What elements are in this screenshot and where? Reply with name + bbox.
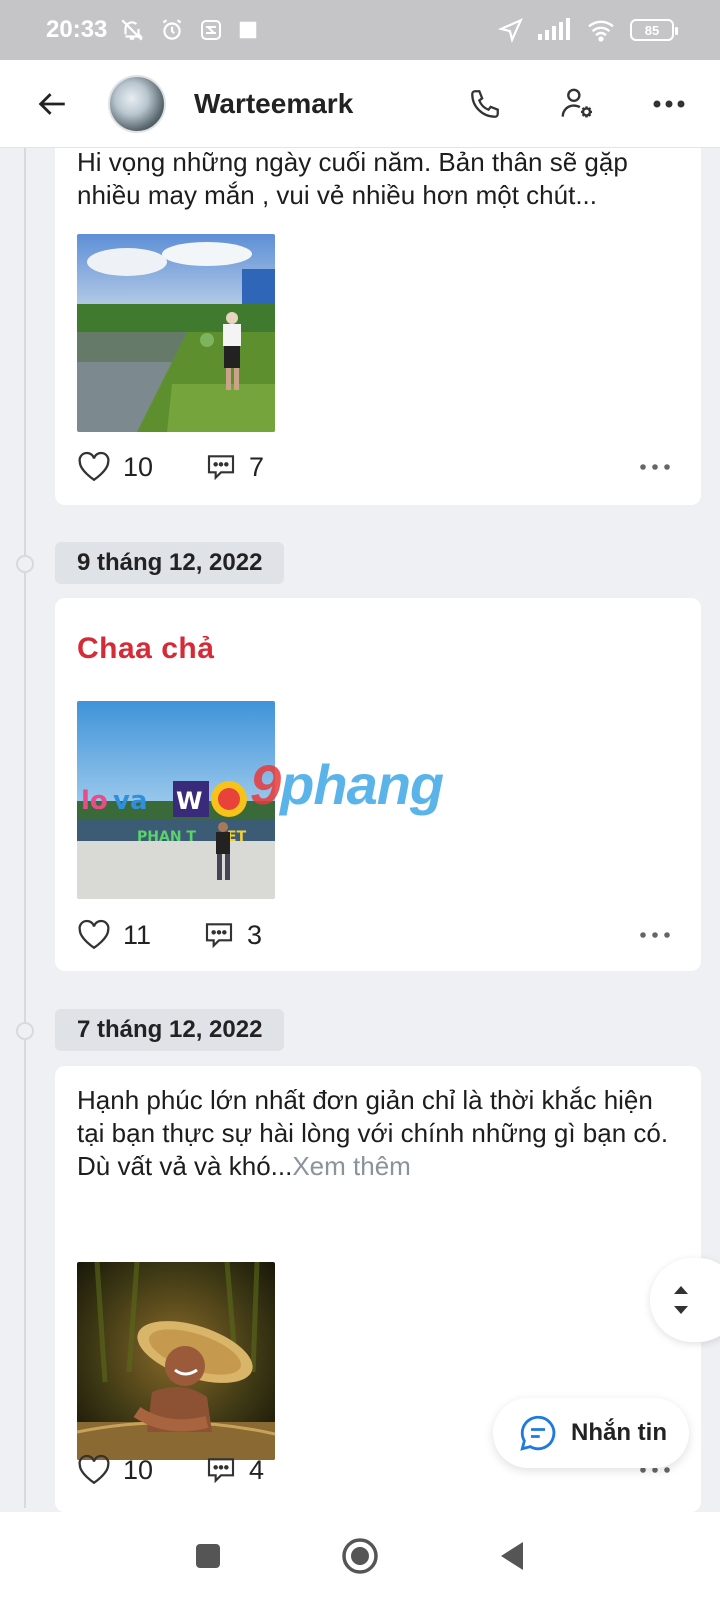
profile-settings-button[interactable]: [554, 81, 600, 127]
comment-count: 4: [249, 1454, 265, 1485]
comment-button[interactable]: 4: [205, 1454, 264, 1486]
post-text-line: Dù vất vả và khó...: [77, 1151, 293, 1181]
post-actions: 10 7: [77, 447, 675, 487]
header-actions: [462, 81, 692, 127]
scroll-up-down-icon: [674, 1286, 688, 1314]
location-icon: [498, 18, 523, 43]
comment-icon: [207, 455, 235, 481]
watermark-rest: phang: [280, 753, 444, 816]
signal-icon: [538, 18, 570, 40]
phone-icon: [471, 89, 499, 118]
svg-text:va: va: [113, 786, 148, 816]
like-count: 11: [123, 919, 152, 950]
status-time: 20:33: [46, 16, 108, 43]
comment-count: 7: [249, 451, 265, 482]
post-text-line: Hạnh phúc lớn nhất đơn giản chỉ là thời …: [77, 1085, 669, 1148]
post-actions: 11 3: [77, 915, 675, 955]
comment-icon: [205, 923, 233, 949]
post-image[interactable]: lo va W PHAN T ET: [77, 701, 275, 899]
battery-level: 85: [644, 22, 660, 38]
message-button-label: Nhắn tin: [571, 1419, 667, 1446]
watermark-logo: 9phang: [250, 752, 444, 817]
post-title: Chaa chả: [77, 632, 215, 665]
recent-apps-button[interactable]: [186, 1534, 230, 1578]
notifications-off-icon: [121, 19, 144, 41]
call-button[interactable]: [462, 81, 508, 127]
date-chip: 9 tháng 12, 2022: [55, 542, 285, 584]
chat-bubble-icon: [520, 1415, 556, 1451]
more-horizontal-icon: [640, 464, 670, 470]
message-button[interactable]: Nhắn tin: [493, 1398, 689, 1468]
comment-count: 3: [247, 919, 263, 950]
back-nav-button[interactable]: [490, 1534, 534, 1578]
more-horizontal-icon: [640, 932, 670, 938]
screen: 20:33 85 Warteemark Hi vọng những ngày c…: [0, 0, 720, 1600]
system-nav-bar: [0, 1512, 720, 1600]
square-icon: [196, 1544, 220, 1568]
status-bar: 20:33 85: [0, 0, 720, 60]
heart-icon: [78, 451, 110, 482]
back-button[interactable]: [28, 80, 76, 128]
heart-icon: [78, 1454, 110, 1485]
svg-text:lo: lo: [81, 786, 108, 816]
comment-button[interactable]: 7: [205, 451, 264, 483]
wifi-icon: [588, 20, 614, 42]
post-image[interactable]: [77, 234, 275, 432]
alarm-icon: [163, 19, 182, 40]
user-settings-icon: [561, 88, 593, 117]
post-more-button[interactable]: [635, 925, 675, 945]
like-button[interactable]: 11: [77, 919, 151, 951]
more-options-button[interactable]: [646, 81, 692, 127]
status-icons-right: 85: [498, 17, 678, 43]
home-button[interactable]: [338, 1534, 382, 1578]
like-button[interactable]: 10: [77, 451, 153, 483]
comment-button[interactable]: 3: [203, 919, 262, 951]
like-count: 10: [123, 451, 154, 482]
post-image[interactable]: [77, 1262, 275, 1460]
svg-text:PHAN T: PHAN T: [137, 829, 196, 845]
post-more-button[interactable]: [635, 457, 675, 477]
photo-pond-field: [77, 234, 275, 432]
date-chip: 7 tháng 12, 2022: [55, 1009, 285, 1051]
home-circle-icon: [342, 1538, 378, 1574]
timeline-dot: [16, 1022, 34, 1040]
app-notification-icon: [201, 20, 222, 40]
photo-child-with-hat: [77, 1262, 275, 1460]
more-horizontal-icon: [653, 100, 685, 107]
avatar[interactable]: [108, 74, 166, 133]
square-notification-icon: [240, 21, 257, 39]
comment-icon: [207, 1458, 235, 1484]
see-more-link[interactable]: Xem thêm: [292, 1151, 411, 1181]
profile-name[interactable]: Warteemark: [194, 88, 353, 120]
watermark-first: 9: [250, 753, 281, 816]
timeline-line: [24, 148, 26, 1508]
photo-lovewood-sign: lo va W PHAN T ET: [77, 701, 275, 899]
svg-text:W: W: [176, 787, 202, 815]
profile-header: Warteemark: [0, 60, 720, 148]
battery-indicator: 85: [630, 19, 678, 41]
timeline-dot: [16, 555, 34, 573]
arrow-left-icon: [38, 92, 65, 115]
post-card[interactable]: Hi vọng những ngày cuối năm. Bản thân sẽ…: [55, 120, 701, 505]
post-text: Hạnh phúc lớn nhất đơn giản chỉ là thời …: [55, 1066, 701, 1183]
heart-icon: [78, 919, 110, 950]
triangle-back-icon: [501, 1542, 523, 1570]
like-count: 10: [123, 1454, 154, 1485]
status-icons-left: [119, 17, 259, 43]
like-button[interactable]: 10: [77, 1454, 153, 1486]
